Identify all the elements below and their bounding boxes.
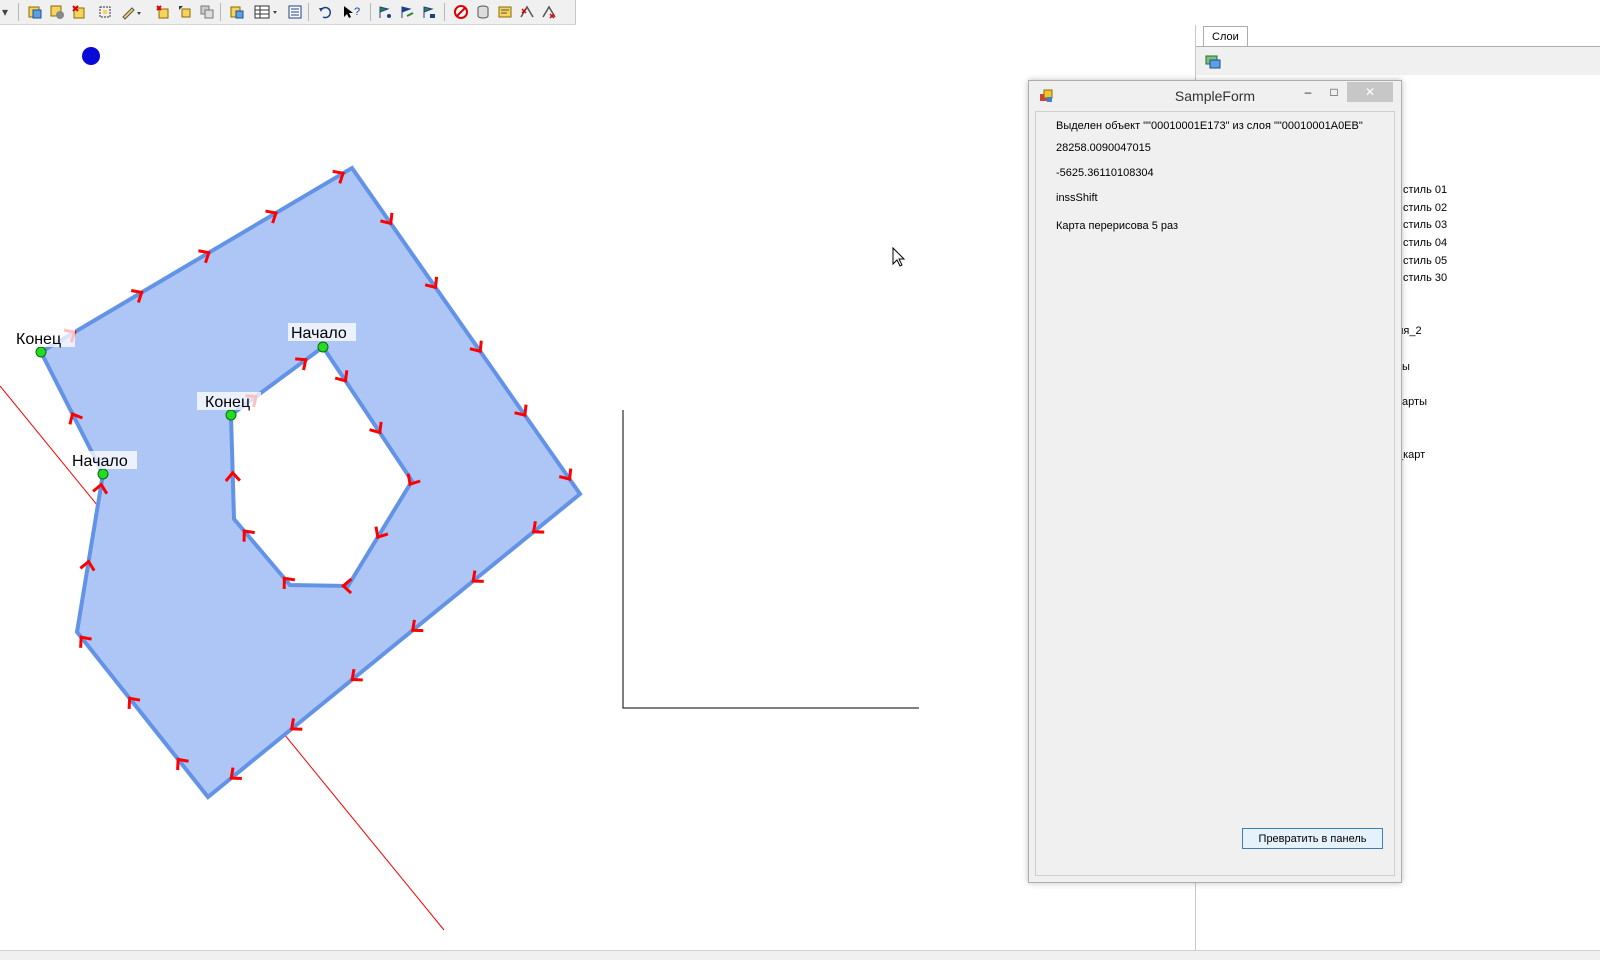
edit-pencil-icon[interactable] — [120, 3, 144, 21]
route-end-icon[interactable] — [420, 3, 438, 21]
label-inner-end: Конец — [205, 394, 250, 411]
move-object-icon[interactable] — [176, 3, 194, 21]
layer-item[interactable]: стиль 05 — [1403, 255, 1447, 267]
db-layer-icon[interactable] — [474, 3, 492, 21]
x-coordinate-label: 28258.0090047015 — [1056, 142, 1151, 154]
toolbar-separator — [444, 3, 445, 21]
key-state-label: inssShift — [1056, 192, 1098, 204]
form-content: Выделен объект ""00010001E173" из слоя "… — [1035, 111, 1395, 876]
layer-add-icon[interactable] — [26, 3, 44, 21]
layers-toolbar — [1196, 47, 1600, 75]
layer-properties-icon[interactable] — [48, 3, 66, 21]
toolbar-separator — [308, 3, 309, 21]
layer-remove-icon[interactable] — [70, 3, 88, 21]
map-drawing: Конец Начало Начало Конец — [0, 47, 919, 931]
axis-frame — [622, 410, 919, 709]
route-start-icon[interactable] — [376, 3, 394, 21]
toolbar-separator — [220, 3, 221, 21]
maximize-button[interactable]: □ — [1321, 82, 1347, 102]
y-coordinate-label: -5625.36110108304 — [1056, 167, 1154, 179]
map-canvas[interactable]: Конец Начало Начало Конец — [0, 25, 1195, 951]
layer-item[interactable]: стиль 03 — [1403, 219, 1447, 231]
route-mid-icon[interactable] — [398, 3, 416, 21]
convert-to-panel-button[interactable]: Превратить в панель — [1242, 828, 1383, 849]
vertex-marker-outer-start[interactable] — [97, 468, 109, 480]
polygon-with-hole[interactable] — [38, 165, 583, 800]
copy-object-icon[interactable] — [198, 3, 216, 21]
close-button[interactable]: ✕ — [1347, 82, 1393, 102]
delete-object-icon[interactable] — [154, 3, 172, 21]
join-icon[interactable] — [540, 3, 558, 21]
minimize-button[interactable]: – — [1295, 82, 1321, 102]
style-icon[interactable] — [496, 3, 514, 21]
blue-point-marker[interactable] — [82, 47, 100, 65]
selected-object-label: Выделен объект ""00010001E173" из слоя "… — [1056, 120, 1363, 132]
layer-item[interactable]: стиль 30 — [1403, 272, 1447, 284]
dropdown-arrow-icon[interactable]: ▾ — [0, 3, 10, 21]
split-icon[interactable] — [518, 3, 536, 21]
layer-item[interactable]: стиль 01 — [1403, 184, 1447, 196]
svg-text:?: ? — [354, 6, 360, 18]
main-toolbar: ▾ ? — [0, 0, 576, 25]
label-inner-start: Начало — [291, 325, 347, 342]
layers-refresh-icon[interactable] — [1204, 52, 1222, 70]
undo-icon[interactable] — [316, 3, 334, 21]
paste-object-icon[interactable] — [228, 3, 246, 21]
toolbar-separator — [18, 3, 19, 21]
sample-form-window: SampleForm – □ ✕ Выделен объект ""000100… — [1028, 80, 1402, 883]
table-icon[interactable] — [252, 3, 280, 21]
vertex-marker-inner-start[interactable] — [317, 341, 329, 353]
vertex-marker-outer-end[interactable] — [35, 346, 47, 358]
redraw-count-label: Карта перерисова 5 раз — [1056, 220, 1179, 232]
toolbar-separator — [370, 3, 371, 21]
stop-icon[interactable] — [452, 3, 470, 21]
vertex-marker-inner-end[interactable] — [225, 409, 237, 421]
mouse-cursor-icon — [892, 246, 906, 267]
help-pointer-icon[interactable]: ? — [340, 3, 364, 21]
label-outer-end: Конец — [16, 331, 61, 348]
label-outer-start: Начало — [72, 453, 128, 470]
form-title-bar[interactable]: SampleForm – □ ✕ — [1029, 81, 1401, 111]
legend-icon[interactable] — [286, 3, 304, 21]
tab-layers[interactable]: Слои — [1203, 26, 1248, 47]
layer-item[interactable]: стиль 04 — [1403, 237, 1447, 249]
layer-item[interactable]: стиль 02 — [1403, 202, 1447, 214]
select-object-icon[interactable] — [96, 3, 114, 21]
